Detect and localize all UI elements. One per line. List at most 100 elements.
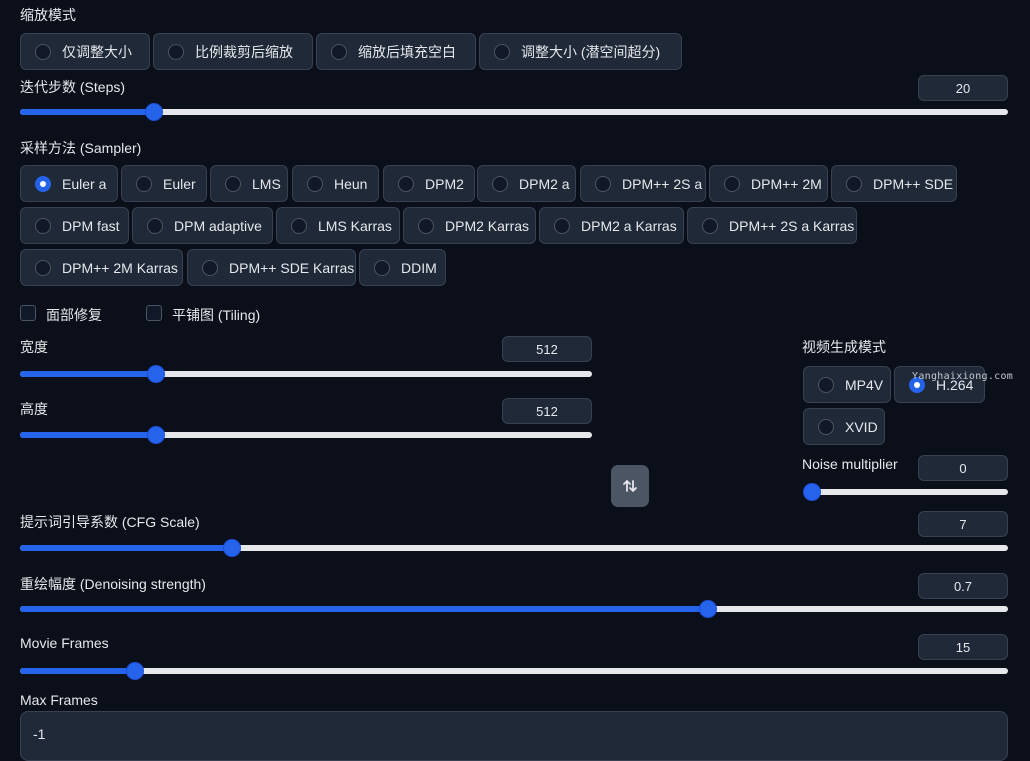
option-label: LMS: [252, 175, 281, 192]
sampler-option-dpmpp-2s-a-karras[interactable]: DPM++ 2S a Karras: [687, 207, 857, 244]
radio-icon: [702, 217, 718, 234]
noise-multiplier-number-input[interactable]: 0: [918, 455, 1008, 481]
sampler-option-lms-karras[interactable]: LMS Karras: [276, 207, 400, 244]
radio-icon: [492, 175, 508, 192]
sampler-option-dpmpp-2s-a[interactable]: DPM++ 2S a: [580, 165, 706, 202]
option-label: DPM2 a Karras: [581, 217, 677, 234]
sampler-option-dpm2-karras[interactable]: DPM2 Karras: [403, 207, 536, 244]
height-slider[interactable]: [20, 427, 592, 443]
steps-number-input[interactable]: 20: [918, 75, 1008, 101]
video-mode-option-xvid[interactable]: XVID: [803, 408, 885, 445]
option-label: LMS Karras: [318, 217, 392, 234]
slider-thumb[interactable]: [804, 484, 820, 500]
sampler-option-dpmpp-sde-karras[interactable]: DPM++ SDE Karras: [187, 249, 356, 286]
slider-thumb[interactable]: [146, 104, 163, 120]
radio-icon: [494, 43, 510, 60]
sampler-option-dpmpp-2m-karras[interactable]: DPM++ 2M Karras: [20, 249, 183, 286]
option-label: DPM2: [425, 175, 464, 192]
option-label: DPM++ SDE Karras: [229, 259, 355, 276]
option-label: Euler a: [62, 175, 107, 192]
resize-mode-option-2[interactable]: 比例裁剪后缩放: [153, 33, 313, 70]
slider-thumb[interactable]: [700, 601, 717, 617]
sampler-option-heun[interactable]: Heun: [292, 165, 379, 202]
slider-thumb[interactable]: [147, 427, 164, 443]
option-label: DPM++ 2M Karras: [62, 259, 178, 276]
radio-icon: [136, 175, 152, 192]
radio-icon: [724, 175, 740, 192]
radio-icon: [818, 418, 834, 435]
radio-icon: [307, 175, 323, 192]
resize-mode-label: 缩放模式: [20, 7, 76, 23]
radio-icon: [168, 43, 184, 60]
video-mode-label: 视频生成模式: [802, 339, 886, 355]
radio-icon: [225, 175, 241, 192]
radio-icon: [418, 217, 434, 234]
max-frames-label: Max Frames: [20, 692, 98, 708]
option-label: 比例裁剪后缩放: [195, 43, 293, 60]
option-label: DPM++ 2M: [751, 175, 822, 192]
movie-frames-label: Movie Frames: [20, 635, 109, 651]
radio-icon: [147, 217, 163, 234]
denoising-strength-slider[interactable]: [20, 601, 1008, 617]
option-label: 仅调整大小: [62, 43, 132, 60]
radio-icon: [35, 217, 51, 234]
option-label: DPM2 a: [519, 175, 570, 192]
noise-multiplier-label: Noise multiplier: [802, 456, 898, 472]
tiling-checkbox[interactable]: [146, 305, 162, 321]
radio-icon: [554, 217, 570, 234]
face-restore-checkbox[interactable]: [20, 305, 36, 321]
slider-thumb[interactable]: [224, 540, 241, 556]
swap-dimensions-button[interactable]: [611, 465, 649, 507]
sampler-option-ddim[interactable]: DDIM: [359, 249, 446, 286]
movie-frames-slider[interactable]: [20, 663, 1008, 679]
denoising-strength-label: 重绘幅度 (Denoising strength): [20, 576, 206, 592]
width-slider[interactable]: [20, 366, 592, 382]
radio-icon: [331, 43, 347, 60]
sampler-option-dpm2-a-karras[interactable]: DPM2 a Karras: [539, 207, 684, 244]
steps-label: 迭代步数 (Steps): [20, 79, 126, 95]
radio-icon: [202, 259, 218, 276]
sampler-option-dpmpp-2m[interactable]: DPM++ 2M: [709, 165, 828, 202]
option-label: 调整大小 (潜空间超分): [521, 43, 661, 60]
width-number-input[interactable]: 512: [502, 336, 592, 362]
cfg-scale-slider[interactable]: [20, 540, 1008, 556]
radio-icon: [818, 376, 834, 393]
slider-thumb[interactable]: [147, 366, 164, 382]
option-label: DPM++ 2S a: [622, 175, 703, 192]
sampler-option-dpm2-a[interactable]: DPM2 a: [477, 165, 576, 202]
cfg-scale-label: 提示词引导系数 (CFG Scale): [20, 514, 200, 530]
swap-vertical-icon: [623, 480, 637, 492]
option-label: DPM2 Karras: [445, 217, 530, 234]
resize-mode-option-4[interactable]: 调整大小 (潜空间超分): [479, 33, 682, 70]
resize-mode-option-3[interactable]: 缩放后填充空白: [316, 33, 476, 70]
sampler-option-lms[interactable]: LMS: [210, 165, 288, 202]
option-label: Heun: [334, 175, 368, 192]
sampler-option-dpm-fast[interactable]: DPM fast: [20, 207, 129, 244]
slider-thumb[interactable]: [126, 663, 143, 679]
option-label: DPM fast: [62, 217, 120, 234]
radio-icon: [846, 175, 862, 192]
sampler-option-dpmpp-sde[interactable]: DPM++ SDE: [831, 165, 957, 202]
option-label: DPM adaptive: [174, 217, 262, 234]
video-mode-option-mp4v[interactable]: MP4V: [803, 366, 891, 403]
sampler-option-dpm2[interactable]: DPM2: [383, 165, 475, 202]
radio-icon: [595, 175, 611, 192]
sampler-option-euler-a[interactable]: Euler a: [20, 165, 118, 202]
steps-slider[interactable]: [20, 104, 1008, 120]
height-label: 高度: [20, 401, 48, 417]
sampler-option-euler[interactable]: Euler: [121, 165, 207, 202]
sampler-option-dpm-adaptive[interactable]: DPM adaptive: [132, 207, 273, 244]
resize-mode-option-1[interactable]: 仅调整大小: [20, 33, 150, 70]
cfg-scale-number-input[interactable]: 7: [918, 511, 1008, 537]
option-label: 缩放后填充空白: [358, 43, 456, 60]
noise-multiplier-slider[interactable]: [804, 484, 1008, 500]
watermark-text: Yanghaixiong.com: [912, 371, 1014, 382]
radio-selected-icon: [35, 175, 51, 192]
tiling-label: 平铺图 (Tiling): [172, 307, 261, 323]
option-label: DDIM: [401, 259, 437, 276]
movie-frames-number-input[interactable]: 15: [918, 634, 1008, 660]
height-number-input[interactable]: 512: [502, 398, 592, 424]
option-label: DPM++ 2S a Karras: [729, 217, 855, 234]
face-restore-label: 面部修复: [46, 307, 102, 323]
denoising-strength-number-input[interactable]: 0.7: [918, 573, 1008, 599]
